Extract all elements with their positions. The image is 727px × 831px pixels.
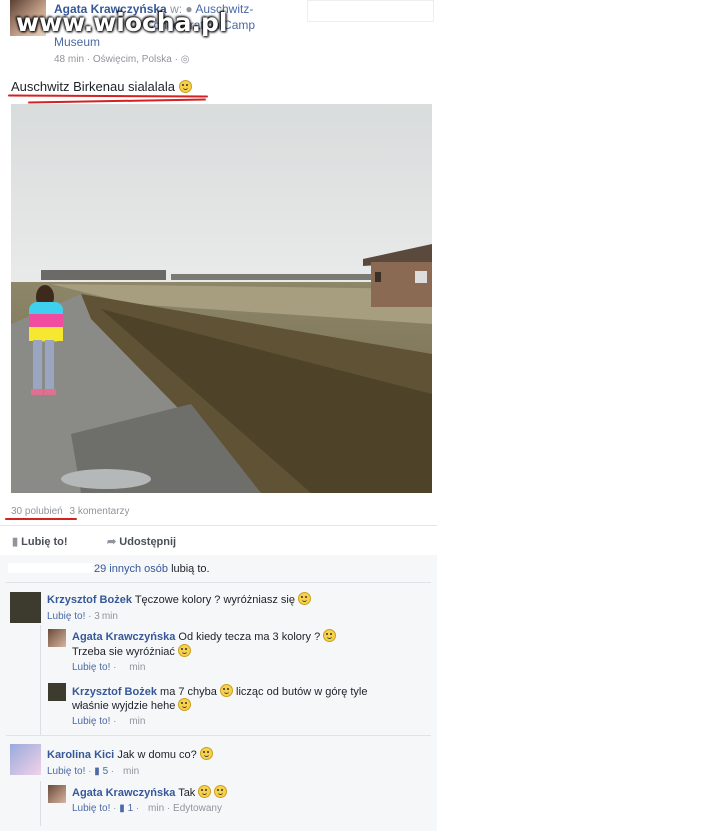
comment-2-line2: Trzeba sie wyróżniać xyxy=(72,644,191,658)
comment-author[interactable]: Agata Krawczyńska xyxy=(72,787,175,799)
smile-emoji-icon xyxy=(177,644,191,657)
comment-1-meta: Lubię to! · 3 min xyxy=(47,611,118,622)
comments-count[interactable]: 3 komentarzy xyxy=(70,506,130,517)
comment-like-link[interactable]: Lubię to! xyxy=(47,611,85,622)
comment-2-meta: Lubię to! · min xyxy=(72,662,146,673)
others-liked-link[interactable]: 29 innych osób xyxy=(94,563,168,575)
post-time[interactable]: 48 min xyxy=(54,54,84,65)
reply-thread-line xyxy=(40,781,41,826)
reply-thread-line xyxy=(40,625,41,735)
action-bar: ▮ Lubię to! ➦ Udostępnij xyxy=(0,525,437,556)
post-photo[interactable] xyxy=(11,104,432,493)
share-button[interactable]: ➦ Udostępnij xyxy=(107,535,176,548)
comments-section: 29 innych osób lubią to. Krzysztof Bożek… xyxy=(0,555,437,831)
watermark: www.wiocha.pl xyxy=(16,8,228,37)
smile-emoji-icon xyxy=(178,698,192,711)
red-underline-text xyxy=(7,94,209,98)
comment-4: Karolina Kici Jak w domu co? xyxy=(47,747,213,761)
smile-emoji-icon xyxy=(198,785,212,798)
post-text-content: Auschwitz Birkenau sialalala xyxy=(11,79,176,94)
comment-like-count[interactable]: 1 xyxy=(128,803,134,814)
likes-summary: 29 innych osób lubią to. xyxy=(94,563,210,575)
wink-emoji-icon xyxy=(199,747,213,760)
comment-like-link[interactable]: Lubię to! xyxy=(72,716,110,727)
comment-like-link[interactable]: Lubię to! xyxy=(47,766,85,777)
share-arrow-icon: ➦ xyxy=(107,536,117,548)
comment-3: Krzysztof Bożek ma 7 chyba licząc od but… xyxy=(72,684,368,698)
comment-3-meta: Lubię to! · min xyxy=(72,716,146,727)
red-underline-likes xyxy=(5,518,77,520)
avatar-karolina[interactable] xyxy=(10,744,41,775)
comment-author[interactable]: Agata Krawczyńska xyxy=(72,631,175,643)
comment-like-link[interactable]: Lubię to! xyxy=(72,803,110,814)
post-stats: 30 polubień 3 komentarzy xyxy=(11,506,130,517)
avatar-krzysztof[interactable] xyxy=(48,683,66,701)
comment-5-meta: Lubię to! · ▮ 1 · min · Edytowany xyxy=(72,803,222,814)
post-place[interactable]: Oświęcim, Polska xyxy=(93,54,172,65)
like-button[interactable]: ▮ Lubię to! xyxy=(12,535,68,548)
comment-1: Krzysztof Bożek Tęczowe kolory ? wyróżni… xyxy=(47,592,312,606)
comment-5: Agata Krawczyńska Tak xyxy=(72,785,228,799)
comment-text: Tęczowe kolory ? wyróżniasz się xyxy=(134,594,295,606)
redacted-box xyxy=(307,0,434,22)
comment-author[interactable]: Krzysztof Bożek xyxy=(47,594,132,606)
tongue-emoji-icon xyxy=(214,785,228,798)
avatar-krzysztof[interactable] xyxy=(10,592,41,623)
smile-emoji-icon xyxy=(323,629,337,642)
edited-label[interactable]: Edytowany xyxy=(173,803,222,814)
thumbs-up-icon: ▮ xyxy=(12,536,19,548)
comment-author[interactable]: Karolina Kici xyxy=(47,749,114,761)
comment-3-line2: właśnie wyjdzie hehe xyxy=(72,698,192,712)
facebook-post: Agata Krawczyńska w: ● Auschwitz- Concen… xyxy=(0,0,437,831)
globe-icon: ◎ xyxy=(180,54,190,65)
divider xyxy=(6,735,431,736)
post-text: Auschwitz Birkenau sialalala xyxy=(11,79,192,94)
smile-emoji-icon xyxy=(178,80,192,93)
comment-like-link[interactable]: Lubię to! xyxy=(72,662,110,673)
red-underline-text-2 xyxy=(27,98,207,104)
thumbs-up-icon: ▮ xyxy=(94,766,100,777)
avatar-agata[interactable] xyxy=(48,629,66,647)
comment-4-meta: Lubię to! · ▮ 5 · min xyxy=(47,766,140,777)
divider xyxy=(6,582,431,583)
post-meta: 48 min · Oświęcim, Polska · ◎ xyxy=(54,54,190,65)
smile-emoji-icon xyxy=(298,592,312,605)
comment-author[interactable]: Krzysztof Bożek xyxy=(72,686,157,698)
likes-count[interactable]: 30 polubień xyxy=(11,506,63,517)
avatar-agata[interactable] xyxy=(48,785,66,803)
comment-2: Agata Krawczyńska Od kiedy tecza ma 3 ko… xyxy=(72,629,337,643)
comment-like-count[interactable]: 5 xyxy=(103,766,109,777)
redacted-liker xyxy=(8,563,93,573)
thumbs-up-icon: ▮ xyxy=(119,803,125,814)
smile-emoji-icon xyxy=(219,684,233,697)
location-line3[interactable]: Museum xyxy=(54,35,100,49)
